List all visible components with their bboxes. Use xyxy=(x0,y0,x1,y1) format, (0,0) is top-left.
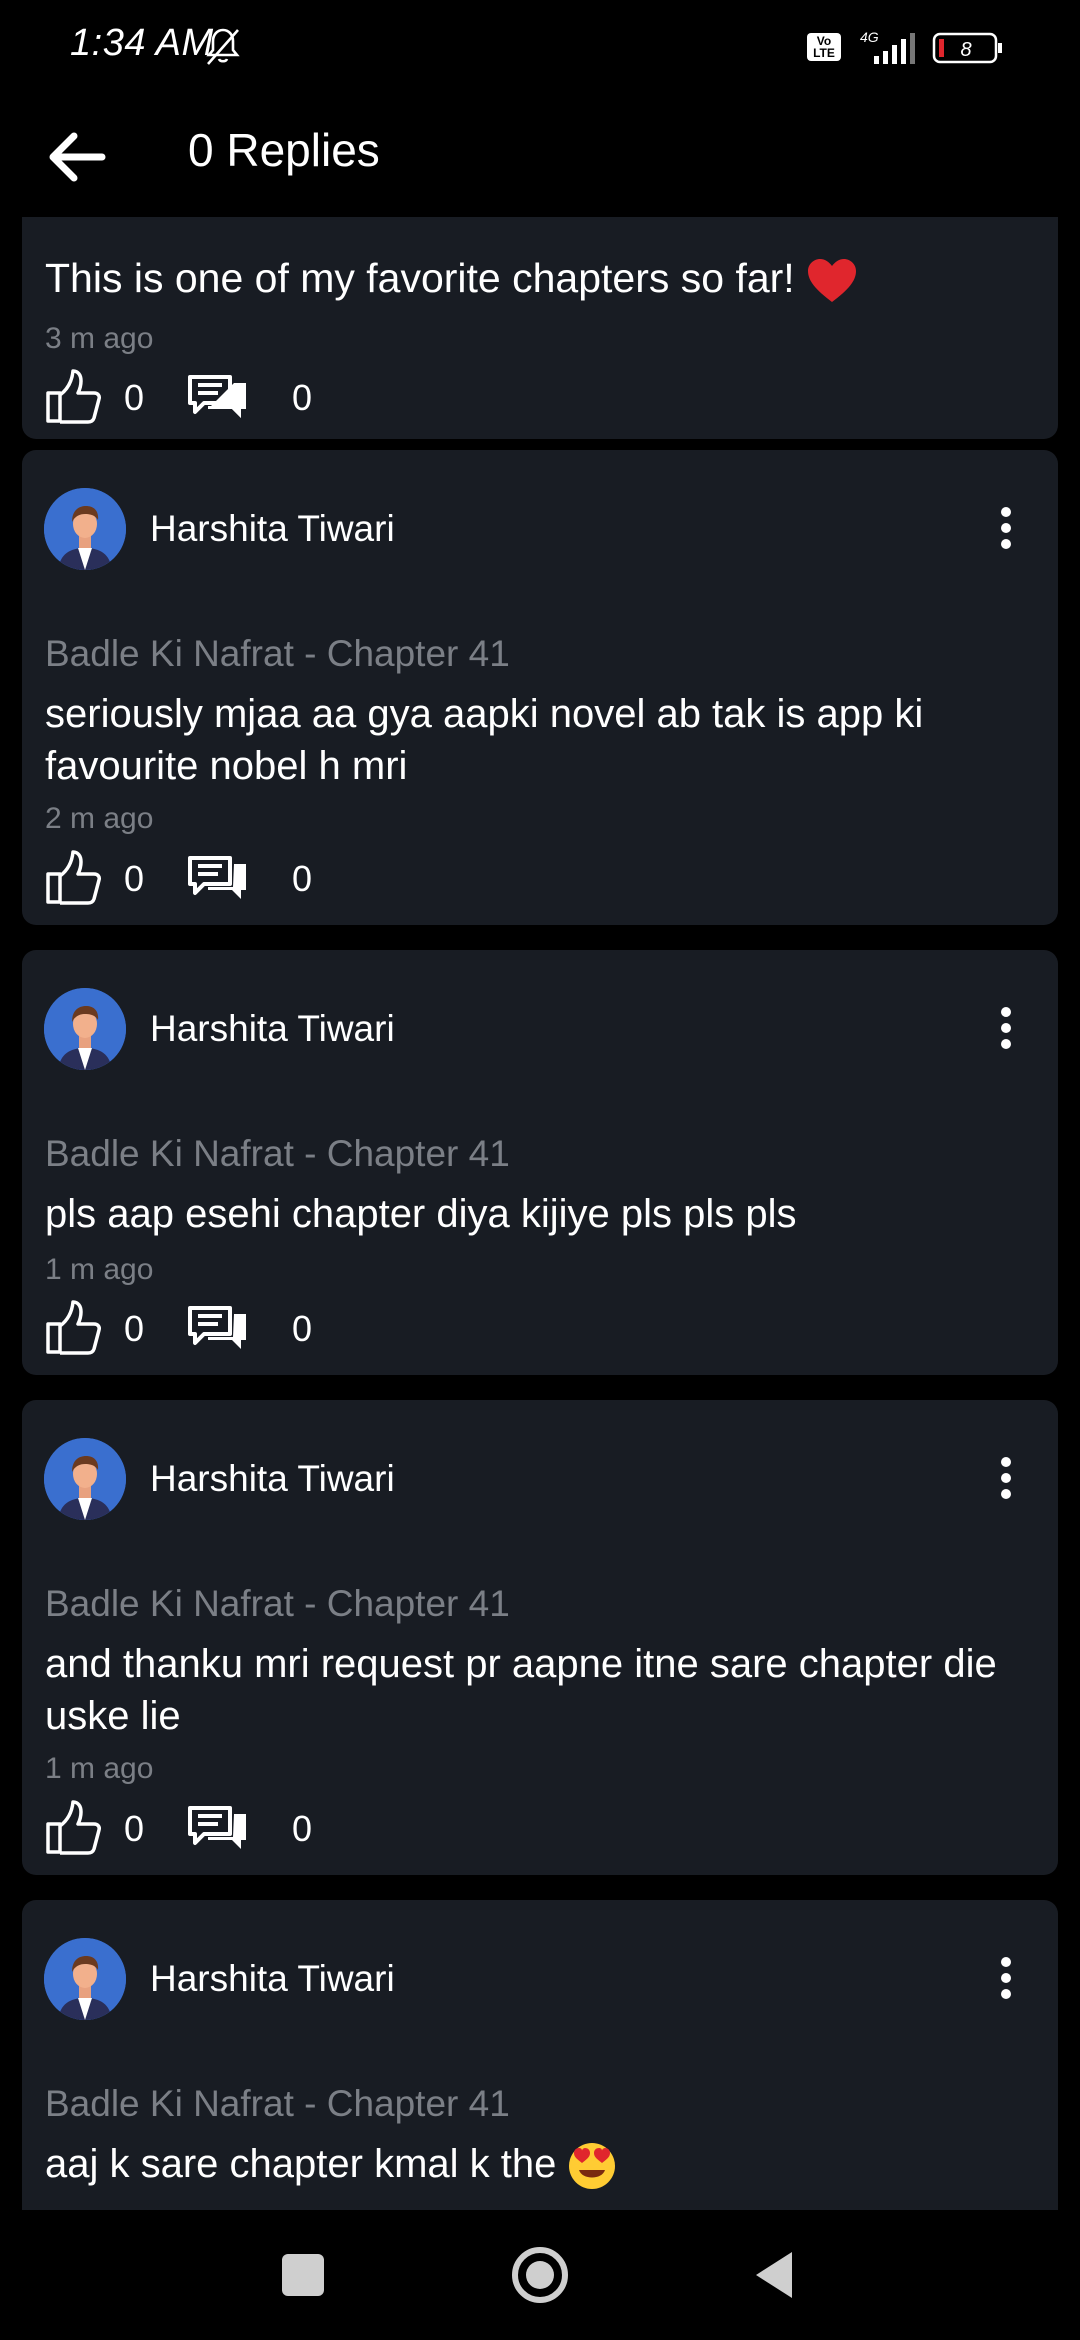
chapter-label[interactable]: Badle Ki Nafrat - Chapter 41 xyxy=(45,1133,510,1175)
network-label: 4G xyxy=(860,29,879,45)
comment-text: and thanku mri request pr aapne itne sar… xyxy=(45,1642,997,1738)
comment-card: Harshita Tiwari Badle Ki Nafrat - Chapte… xyxy=(22,1400,1058,1875)
more-vertical-icon xyxy=(1001,507,1011,549)
reply-count: 0 xyxy=(292,858,313,899)
heart-eyes-emoji-icon xyxy=(569,2143,616,2190)
more-options-button[interactable] xyxy=(986,498,1026,558)
more-vertical-icon xyxy=(1001,1457,1011,1499)
more-options-button[interactable] xyxy=(986,998,1026,1058)
comment-card: This is one of my favorite chapters so f… xyxy=(22,217,1058,439)
comment-text: This is one of my favorite chapters so f… xyxy=(45,252,1032,304)
comment-author[interactable]: Harshita Tiwari xyxy=(150,1958,395,2000)
system-back-button[interactable] xyxy=(752,2248,796,2302)
comment-body: aaj k sare chapter kmal k the xyxy=(45,2142,557,2186)
recents-button[interactable] xyxy=(282,2254,324,2296)
comment-actions: 0 0 xyxy=(44,367,344,427)
comment-time: 1 m ago xyxy=(45,1752,154,1785)
comment-actions: 0 0 xyxy=(44,1298,344,1358)
user-avatar-icon xyxy=(44,1938,126,2020)
thumbs-up-icon[interactable] xyxy=(44,367,102,425)
thumbs-up-icon[interactable] xyxy=(44,1298,102,1356)
comments-icon[interactable] xyxy=(188,1802,248,1852)
more-options-button[interactable] xyxy=(986,1448,1026,1508)
page-title: 0 Replies xyxy=(188,124,380,176)
notifications-muted-icon xyxy=(206,28,240,65)
like-count: 0 xyxy=(124,858,145,899)
more-vertical-icon xyxy=(1001,1007,1011,1049)
more-vertical-icon xyxy=(1001,1957,1011,1999)
comment-text: pls aap esehi chapter diya kijiye pls pl… xyxy=(45,1192,797,1236)
comment-author[interactable]: Harshita Tiwari xyxy=(150,1008,395,1050)
avatar[interactable] xyxy=(44,488,126,570)
volte-icon: Vo LTE xyxy=(807,33,841,61)
back-button[interactable] xyxy=(40,121,112,193)
avatar[interactable] xyxy=(44,1938,126,2020)
comment-text: seriously mjaa aa gya aapki novel ab tak… xyxy=(45,692,924,788)
status-time: 1:34 AM xyxy=(70,22,214,64)
comment-text: aaj k sare chapter kmal k the xyxy=(45,2138,1032,2191)
arrow-left-icon xyxy=(49,132,106,182)
comments-icon[interactable] xyxy=(188,371,248,421)
chapter-label[interactable]: Badle Ki Nafrat - Chapter 41 xyxy=(45,633,510,675)
reply-count: 0 xyxy=(292,1308,313,1349)
avatar[interactable] xyxy=(44,988,126,1070)
comments-icon[interactable] xyxy=(188,1302,248,1352)
comments-icon[interactable] xyxy=(188,852,248,902)
comment-card: Harshita Tiwari Badle Ki Nafrat - Chapte… xyxy=(22,950,1058,1375)
like-count: 0 xyxy=(124,1808,145,1849)
red-heart-icon xyxy=(808,259,857,303)
user-avatar-icon xyxy=(44,988,126,1070)
more-options-button[interactable] xyxy=(986,1948,1026,2008)
comment-time: 1 m ago xyxy=(45,1253,154,1286)
like-count: 0 xyxy=(124,1308,145,1349)
signal-icon: 4G xyxy=(860,29,915,64)
comment-actions: 0 0 xyxy=(44,848,344,908)
user-avatar-icon xyxy=(44,488,126,570)
comment-body: This is one of my favorite chapters so f… xyxy=(45,255,795,301)
thumbs-up-icon[interactable] xyxy=(44,848,102,906)
comment-time: 3 m ago xyxy=(45,322,154,355)
reply-count: 0 xyxy=(292,1808,313,1849)
like-count: 0 xyxy=(124,377,145,418)
chapter-label[interactable]: Badle Ki Nafrat - Chapter 41 xyxy=(45,2083,510,2125)
comment-list[interactable]: This is one of my favorite chapters so f… xyxy=(0,217,1080,2210)
status-bar: 1:34 AM Vo LTE 4G 8 xyxy=(0,0,1080,95)
battery-icon: 8 xyxy=(932,32,1002,64)
comment-actions: 0 0 xyxy=(44,1798,344,1858)
battery-level: 8 xyxy=(960,39,971,61)
user-avatar-icon xyxy=(44,1438,126,1520)
comment-card: Harshita Tiwari Badle Ki Nafrat - Chapte… xyxy=(22,450,1058,925)
home-button[interactable] xyxy=(510,2245,570,2305)
thumbs-up-icon[interactable] xyxy=(44,1798,102,1856)
comment-time: 2 m ago xyxy=(45,802,154,835)
comment-author[interactable]: Harshita Tiwari xyxy=(150,1458,395,1500)
system-nav-bar xyxy=(0,2210,1080,2340)
chapter-label[interactable]: Badle Ki Nafrat - Chapter 41 xyxy=(45,1583,510,1625)
avatar[interactable] xyxy=(44,1438,126,1520)
app-bar: 0 Replies xyxy=(0,95,1080,217)
reply-count: 0 xyxy=(292,377,313,418)
comment-card: Harshita Tiwari Badle Ki Nafrat - Chapte… xyxy=(22,1900,1058,2210)
comment-author[interactable]: Harshita Tiwari xyxy=(150,508,395,550)
